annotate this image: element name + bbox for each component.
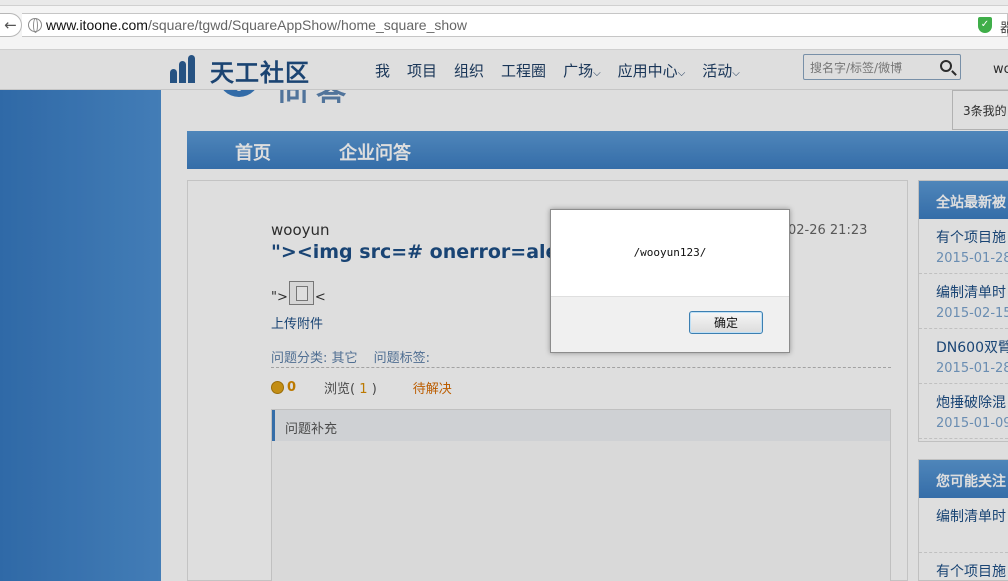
url-text: www.itoone.com/square/tgwd/SquareAppShow… xyxy=(46,17,467,33)
security-shield-icon[interactable]: ✓ xyxy=(978,17,992,33)
url-path: /square/tgwd/SquareAppShow/home_square_s… xyxy=(147,17,468,33)
tab-strip xyxy=(0,0,1008,6)
extension-label[interactable]: 器 xyxy=(1000,17,1008,36)
ok-button[interactable]: 确定 xyxy=(689,311,763,334)
url-host: www.itoone.com xyxy=(46,17,148,33)
alert-message: /wooyun123/ xyxy=(633,246,707,259)
modal-overlay xyxy=(0,50,1008,581)
alert-dialog: /wooyun123/ 确定 xyxy=(550,209,790,353)
url-field[interactable]: www.itoone.com/square/tgwd/SquareAppShow… xyxy=(22,13,1008,37)
globe-icon xyxy=(28,18,42,33)
alert-footer: 确定 xyxy=(551,296,789,352)
back-arrow-icon[interactable]: ← xyxy=(0,13,22,37)
browser-address-bar: ← www.itoone.com/square/tgwd/SquareAppSh… xyxy=(0,0,1008,50)
